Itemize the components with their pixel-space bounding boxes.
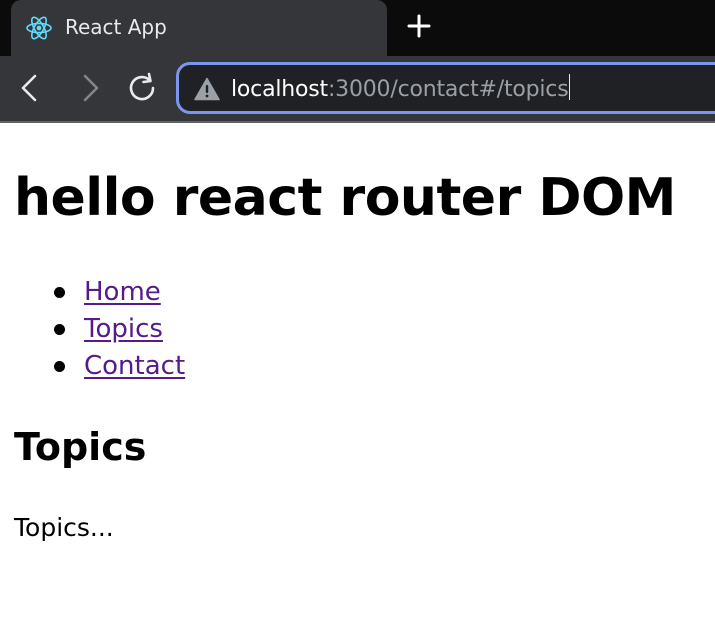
section-body: Topics... — [14, 513, 114, 542]
url-path: :3000/contact#/topics — [327, 77, 569, 102]
reload-icon[interactable] — [124, 70, 160, 106]
tab-title: React App — [65, 15, 167, 39]
home-link[interactable]: Home — [84, 274, 161, 311]
text-caret — [569, 74, 571, 100]
address-bar[interactable]: localhost:3000/contact#/topics — [176, 62, 715, 114]
browser-tab[interactable]: React App — [11, 0, 387, 56]
topics-link[interactable]: Topics — [84, 311, 163, 348]
address-bar-url[interactable]: localhost:3000/contact#/topics — [231, 74, 571, 102]
url-host: localhost — [231, 77, 328, 102]
not-secure-warning-icon[interactable] — [194, 77, 220, 101]
bullet — [54, 287, 65, 298]
bullet — [54, 361, 65, 372]
page-content: hello react router DOM Home Topics Conta… — [0, 123, 715, 627]
browser-toolbar: localhost:3000/contact#/topics — [0, 56, 715, 122]
back-arrow-icon[interactable] — [13, 70, 49, 106]
section-title: Topics — [14, 425, 147, 469]
bullet — [54, 324, 65, 335]
forward-arrow-icon[interactable] — [71, 70, 107, 106]
plus-icon[interactable] — [405, 12, 433, 40]
tab-strip: React App — [0, 0, 715, 56]
react-logo-icon — [26, 16, 52, 40]
contact-link[interactable]: Contact — [84, 348, 185, 385]
page-heading: hello react router DOM — [14, 168, 676, 228]
